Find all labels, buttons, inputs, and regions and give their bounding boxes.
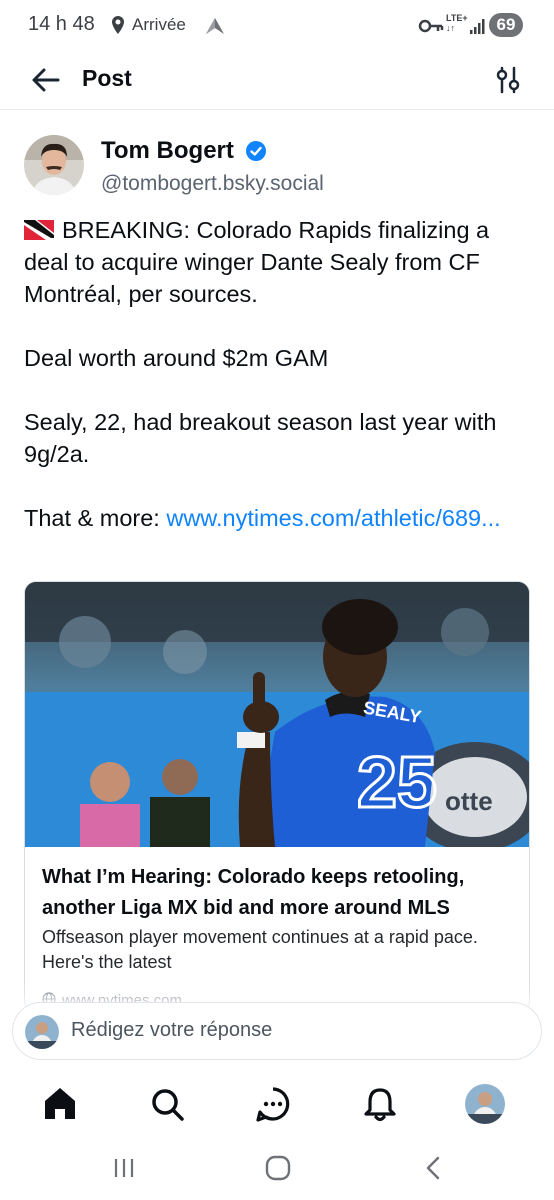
card-description: Offseason player movement continues at a…	[42, 927, 478, 972]
reply-placeholder: Rédigez votre réponse	[71, 1019, 273, 1041]
profile-avatar[interactable]	[465, 1084, 505, 1124]
recents-icon[interactable]	[106, 1150, 142, 1186]
network-type: LTE+ ↓↑	[446, 13, 468, 33]
svg-text:otte: otte	[445, 786, 493, 816]
system-back-icon[interactable]	[416, 1150, 452, 1186]
post-paragraph: That & more: www.nytimes.com/athletic/68…	[24, 505, 501, 531]
chat-icon[interactable]	[251, 1082, 295, 1126]
battery-indicator: 69	[489, 13, 523, 37]
jersey-number: 25	[357, 743, 437, 823]
system-navigation	[0, 1136, 554, 1200]
link-preview-card[interactable]: otte SEALY 25 What I’m Hearing: Colorado…	[24, 581, 530, 1013]
card-title[interactable]: What I’m Hearing: Colorado keeps retooli…	[42, 862, 522, 924]
post-paragraph: BREAKING: Colorado Rapids finalizing a d…	[24, 217, 490, 307]
vpn-key-icon	[418, 19, 444, 33]
status-bar: 14 h 48 Arrivée LTE+ ↓↑ 69	[0, 0, 554, 52]
post-paragraph: Sealy, 22, had breakout season last year…	[24, 409, 497, 467]
navigation-app-icon	[206, 18, 224, 34]
post-paragraph: Deal worth around $2m GAM	[24, 345, 329, 371]
back-arrow-icon[interactable]	[28, 62, 64, 98]
author-name[interactable]: Tom Bogert	[101, 136, 234, 166]
trinidad-and-tobago-flag-icon	[24, 220, 54, 240]
home-icon[interactable]	[38, 1082, 82, 1126]
search-icon[interactable]	[145, 1082, 189, 1126]
verified-badge-icon	[246, 141, 266, 161]
post-link[interactable]: www.nytimes.com/athletic/689...	[166, 505, 500, 531]
status-destination: Arrivée	[132, 15, 186, 34]
page-title: Post	[82, 65, 132, 91]
signal-icon	[470, 19, 485, 34]
author-avatar[interactable]	[24, 135, 84, 195]
author-handle[interactable]: @tombogert.bsky.social	[101, 170, 324, 198]
location-pin-icon	[112, 16, 124, 34]
thread-settings-icon[interactable]	[492, 62, 524, 98]
reply-input-bar[interactable]: Rédigez votre réponse	[12, 1002, 542, 1060]
bottom-navigation	[0, 1072, 554, 1136]
post-header: Post	[0, 52, 554, 110]
status-time: 14 h 48	[28, 13, 95, 35]
post-body: BREAKING: Colorado Rapids finalizing a d…	[24, 214, 534, 534]
user-avatar	[25, 1015, 59, 1049]
system-home-icon[interactable]	[260, 1150, 296, 1186]
article-thumbnail: otte SEALY 25	[25, 582, 529, 847]
bell-icon[interactable]	[358, 1082, 402, 1126]
